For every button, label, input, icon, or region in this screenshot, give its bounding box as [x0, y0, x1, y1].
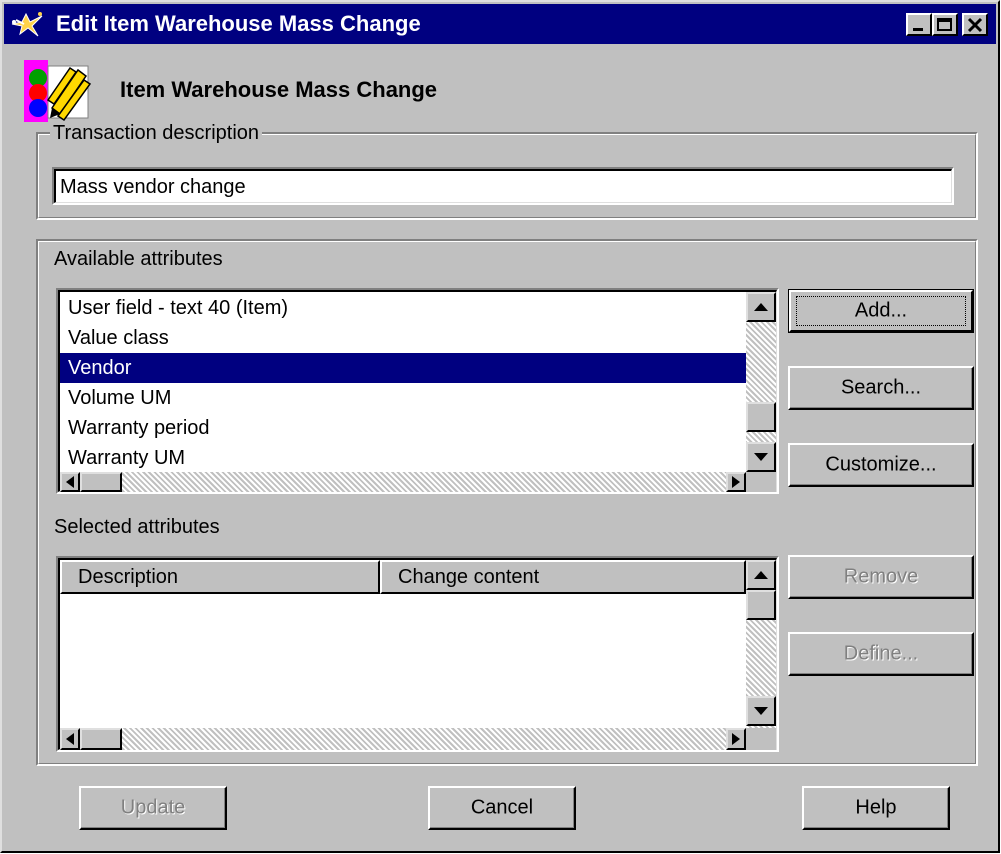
available-attributes-rows: User field - text 40 (Item) Value class Ve…	[60, 293, 746, 473]
selected-attributes-body	[60, 594, 746, 728]
available-scroll-corner	[746, 472, 776, 492]
selected-scroll-down-button[interactable]	[746, 696, 776, 726]
maximize-icon	[937, 18, 952, 31]
customize-button-label: Customize...	[825, 453, 937, 476]
selected-hscroll-track[interactable]	[60, 728, 746, 750]
transaction-description-label: Transaction description	[50, 122, 263, 145]
arrow-left-icon	[66, 476, 74, 488]
customize-button[interactable]: Customize...	[788, 443, 974, 487]
available-attributes-list[interactable]: User field - text 40 (Item) Value class Ve…	[56, 288, 779, 494]
cancel-button-label: Cancel	[470, 796, 534, 819]
add-button-label: Add...	[854, 299, 908, 322]
available-scroll-up-button[interactable]	[746, 292, 776, 322]
help-button-label: Help	[855, 796, 897, 819]
update-button[interactable]: Update	[79, 786, 227, 830]
maximize-button[interactable]	[932, 13, 958, 36]
list-item[interactable]: Warranty period	[60, 413, 746, 443]
arrow-down-icon	[754, 453, 768, 461]
available-hscroll-track[interactable]	[60, 472, 746, 492]
column-header-description[interactable]: Description	[60, 560, 380, 594]
arrow-left-icon	[66, 733, 74, 745]
define-button-label: Define...	[843, 642, 919, 665]
update-button-label: Update	[120, 796, 186, 819]
app-logo-icon	[11, 12, 43, 37]
selected-attributes-table[interactable]: Description Change content	[56, 556, 779, 752]
close-icon	[967, 17, 983, 33]
arrow-down-icon	[754, 707, 768, 715]
define-button[interactable]: Define...	[788, 632, 974, 676]
close-button[interactable]	[962, 13, 988, 36]
selected-scroll-left-button[interactable]	[60, 728, 80, 750]
list-item[interactable]: Volume UM	[60, 383, 746, 413]
column-header-change-content[interactable]: Change content	[380, 560, 746, 594]
available-scroll-right-button[interactable]	[726, 472, 746, 492]
selected-vscroll-thumb[interactable]	[746, 590, 776, 620]
available-vscroll-thumb[interactable]	[746, 402, 776, 432]
window-title: Edit Item Warehouse Mass Change	[56, 11, 421, 36]
arrow-up-icon	[754, 303, 768, 311]
cancel-button[interactable]: Cancel	[428, 786, 576, 830]
arrow-up-icon	[754, 571, 768, 579]
selected-hscroll-thumb[interactable]	[80, 728, 122, 750]
available-attributes-label: Available attributes	[54, 248, 223, 270]
minimize-button[interactable]	[906, 13, 932, 36]
selected-scroll-up-button[interactable]	[746, 560, 776, 590]
arrow-right-icon	[732, 476, 740, 488]
available-scroll-down-button[interactable]	[746, 442, 776, 472]
list-item[interactable]: User field - text 40 (Item)	[60, 293, 746, 323]
minimize-icon	[913, 28, 923, 31]
list-item[interactable]: Value class	[60, 323, 746, 353]
header-title: Item Warehouse Mass Change	[120, 77, 438, 102]
add-button[interactable]: Add...	[788, 289, 974, 333]
search-button[interactable]: Search...	[788, 366, 974, 410]
remove-button-label: Remove	[843, 565, 919, 588]
list-item[interactable]: Warranty UM	[60, 443, 746, 473]
selected-scroll-right-button[interactable]	[726, 728, 746, 750]
transaction-description-input[interactable]: Mass vendor change	[52, 167, 954, 205]
remove-button[interactable]: Remove	[788, 555, 974, 599]
mass-change-icon	[24, 60, 92, 122]
dialog-window: Edit Item Warehouse Mass Change Item War…	[0, 0, 1000, 853]
list-item[interactable]: Vendor	[60, 353, 746, 383]
available-hscroll-thumb[interactable]	[80, 472, 122, 492]
selected-attributes-label: Selected attributes	[54, 516, 220, 538]
available-scroll-left-button[interactable]	[60, 472, 80, 492]
transaction-description-value: Mass vendor change	[60, 176, 246, 198]
selected-scroll-corner	[746, 728, 776, 750]
search-button-label: Search...	[840, 376, 922, 399]
help-button[interactable]: Help	[802, 786, 950, 830]
title-bar[interactable]: Edit Item Warehouse Mass Change	[4, 4, 996, 44]
arrow-right-icon	[732, 733, 740, 745]
